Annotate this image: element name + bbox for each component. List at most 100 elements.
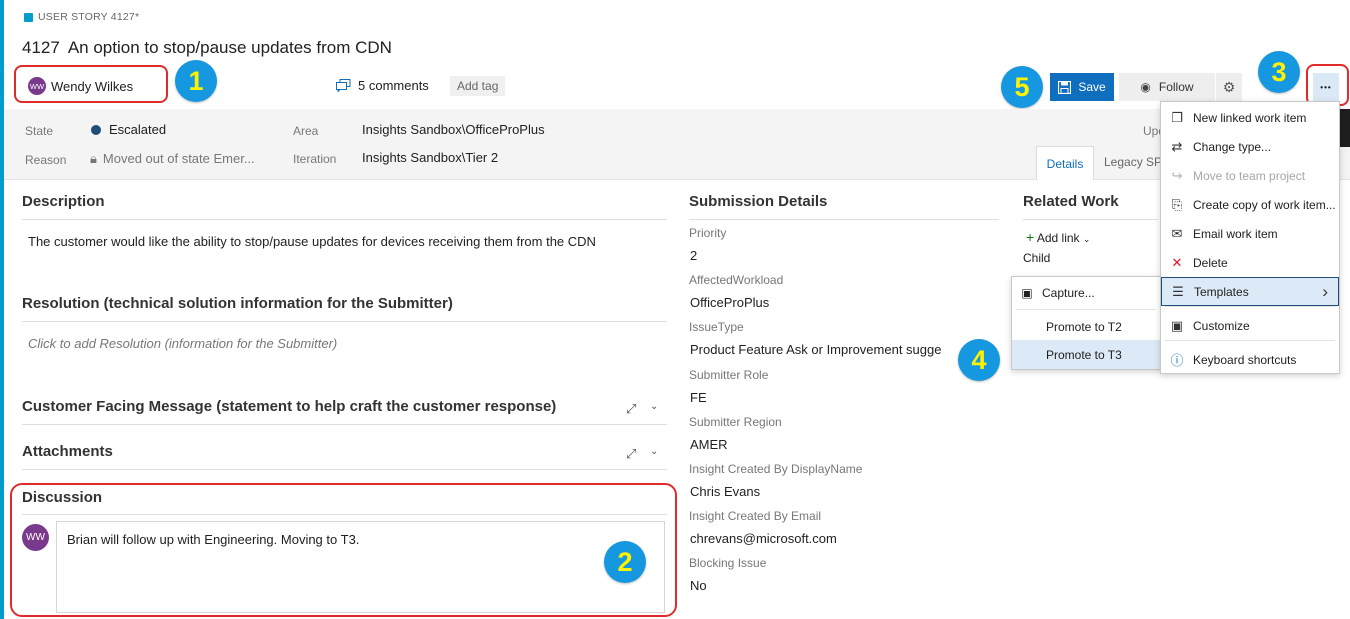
comments-link[interactable]: 5 comments — [336, 78, 429, 93]
resolution-input[interactable]: Click to add Resolution (information for… — [28, 336, 337, 351]
submenu-divider — [1016, 309, 1156, 310]
annotation-badge-4: 4 — [958, 339, 1000, 381]
work-item-title-text[interactable]: An option to stop/pause updates from CDN — [68, 38, 392, 57]
save-icon — [1058, 80, 1072, 94]
iteration-field[interactable]: Insights Sandbox\Tier 2 — [362, 150, 498, 165]
work-item-type-label: USER STORY 4127* — [24, 11, 139, 23]
reason-field: 🔒︎ Moved out of state Emer... — [90, 151, 255, 167]
annotation-badge-3: 3 — [1258, 51, 1300, 93]
submission-field-label: Insight Created By DisplayName — [689, 462, 863, 476]
chevron-down-icon[interactable]: ⌄ — [650, 401, 658, 412]
new-linked-icon: ❐ — [1171, 109, 1183, 125]
save-button[interactable]: Save — [1050, 73, 1114, 101]
add-link-button[interactable]: + Add link ⌄ — [1026, 229, 1090, 245]
change-type-label: Change type... — [1193, 139, 1272, 154]
camera-icon: ▣ — [1021, 285, 1033, 300]
new-linked-work-item-menu-item[interactable]: ❐ New linked work item — [1161, 103, 1339, 132]
state-field[interactable]: Escalated — [91, 122, 166, 137]
expand-icon[interactable]: ⤢ — [626, 401, 636, 417]
submission-field-value[interactable]: chrevans@microsoft.com — [690, 531, 837, 546]
work-item-type-text: USER STORY 4127* — [38, 11, 140, 23]
annotation-badge-5: 5 — [1001, 66, 1043, 108]
submission-field-value[interactable]: FE — [690, 390, 707, 405]
work-item-id: 4127 — [22, 38, 60, 57]
follow-button[interactable]: ◉ Follow — [1119, 73, 1215, 101]
discussion-input[interactable]: Brian will follow up with Engineering. M… — [56, 521, 665, 613]
customize-label: Customize — [1193, 318, 1250, 333]
change-type-menu-item[interactable]: ⇄ Change type... — [1161, 132, 1339, 161]
email-work-item-menu-item[interactable]: ✉ Email work item — [1161, 219, 1339, 248]
promote-t2-menu-item[interactable]: Promote to T2 — [1012, 312, 1160, 341]
comments-count: 5 comments — [358, 78, 429, 93]
menu-divider — [1165, 340, 1335, 341]
templates-menu-item[interactable]: ☰ Templates › — [1161, 277, 1339, 306]
child-label: Child — [1023, 251, 1051, 265]
submission-field-value[interactable]: Chris Evans — [690, 484, 760, 499]
area-field[interactable]: Insights Sandbox\OfficeProPlus — [362, 122, 545, 137]
copy-icon: ⎘ — [1171, 196, 1183, 212]
iteration-label: Iteration — [293, 152, 337, 166]
annotation-badge-1: 1 — [175, 60, 217, 102]
avatar: WW — [28, 77, 46, 95]
delete-icon: ✕ — [1171, 254, 1183, 270]
attachments-divider — [22, 469, 667, 470]
create-copy-menu-item[interactable]: ⎘ Create copy of work item... — [1161, 190, 1339, 219]
menu-divider — [1165, 306, 1335, 307]
submission-field-label: AffectedWorkload — [689, 273, 784, 287]
create-copy-label: Create copy of work item... — [1193, 197, 1336, 212]
avatar: WW — [22, 524, 49, 551]
move-to-team-project-label: Move to team project — [1193, 168, 1306, 183]
follow-label: Follow — [1158, 80, 1194, 94]
resolution-divider — [22, 321, 667, 322]
related-divider — [1023, 219, 1158, 220]
submission-field-value[interactable]: Product Feature Ask or Improvement sugge — [690, 342, 941, 357]
discussion-title: Discussion — [22, 489, 103, 506]
tab-legacy-spo[interactable]: Legacy SPO — [1104, 155, 1162, 169]
keyboard-shortcuts-menu-item[interactable]: ⓘ Keyboard shortcuts — [1161, 345, 1339, 374]
email-icon: ✉ — [1171, 225, 1183, 241]
delete-label: Delete — [1193, 255, 1228, 270]
templates-submenu: ▣ Capture... Promote to T2 Promote to T3 — [1011, 276, 1161, 370]
customize-menu-item[interactable]: ▣ Customize — [1161, 311, 1339, 340]
submission-field-value[interactable]: OfficeProPlus — [690, 295, 769, 310]
capture-label: Capture... — [1042, 285, 1095, 300]
description-text[interactable]: The customer would like the ability to s… — [28, 234, 596, 249]
assigned-to-picker[interactable]: WW Wendy Wilkes — [28, 77, 133, 95]
promote-t3-menu-item[interactable]: Promote to T3 — [1012, 340, 1160, 369]
submission-field-value[interactable]: AMER — [690, 437, 728, 452]
chevron-right-icon: › — [1322, 281, 1328, 301]
submission-field-label: IssueType — [689, 320, 744, 334]
side-panel-tab[interactable] — [1340, 109, 1350, 147]
capture-menu-item[interactable]: ▣ Capture... — [1012, 278, 1160, 307]
assigned-to-name: Wendy Wilkes — [51, 78, 134, 94]
area-label: Area — [293, 124, 319, 138]
submission-field-label: Submitter Region — [689, 415, 782, 429]
ellipsis-icon: ••• — [1320, 82, 1332, 92]
annotation-badge-2: 2 — [604, 541, 646, 583]
gear-icon: ⚙ — [1222, 78, 1236, 95]
delete-menu-item[interactable]: ✕ Delete — [1161, 248, 1339, 277]
description-divider — [22, 219, 667, 220]
tab-details[interactable]: Details — [1036, 146, 1094, 180]
submission-field-value[interactable]: 2 — [690, 248, 697, 263]
state-dot-icon — [91, 125, 101, 135]
work-item-type-color-bar — [0, 0, 4, 619]
plus-icon: + — [1026, 229, 1035, 245]
chevron-down-icon[interactable]: ⌄ — [650, 446, 658, 457]
work-item-title[interactable]: 4127 An option to stop/pause updates from… — [22, 38, 392, 58]
email-work-item-label: Email work item — [1193, 226, 1278, 241]
attachments-title: Attachments — [22, 443, 113, 460]
submission-details-title: Submission Details — [689, 193, 828, 210]
lock-icon: 🔒︎ — [90, 151, 97, 166]
more-actions-menu: ❐ New linked work item ⇄ Change type... ↪ Mov… — [1160, 101, 1340, 374]
eye-icon: ◉ — [1140, 80, 1151, 94]
more-actions-button[interactable]: ••• — [1313, 73, 1339, 101]
submission-field-value[interactable]: No — [690, 578, 707, 593]
state-value: Escalated — [109, 122, 167, 137]
resolution-title: Resolution (technical solution informati… — [22, 295, 453, 312]
expand-icon[interactable]: ⤢ — [626, 446, 636, 462]
new-linked-work-item-label: New linked work item — [1193, 110, 1307, 125]
settings-button[interactable]: ⚙ — [1216, 73, 1242, 101]
related-work-title: Related Work — [1023, 193, 1119, 210]
add-tag-button[interactable]: Add tag — [450, 76, 506, 96]
